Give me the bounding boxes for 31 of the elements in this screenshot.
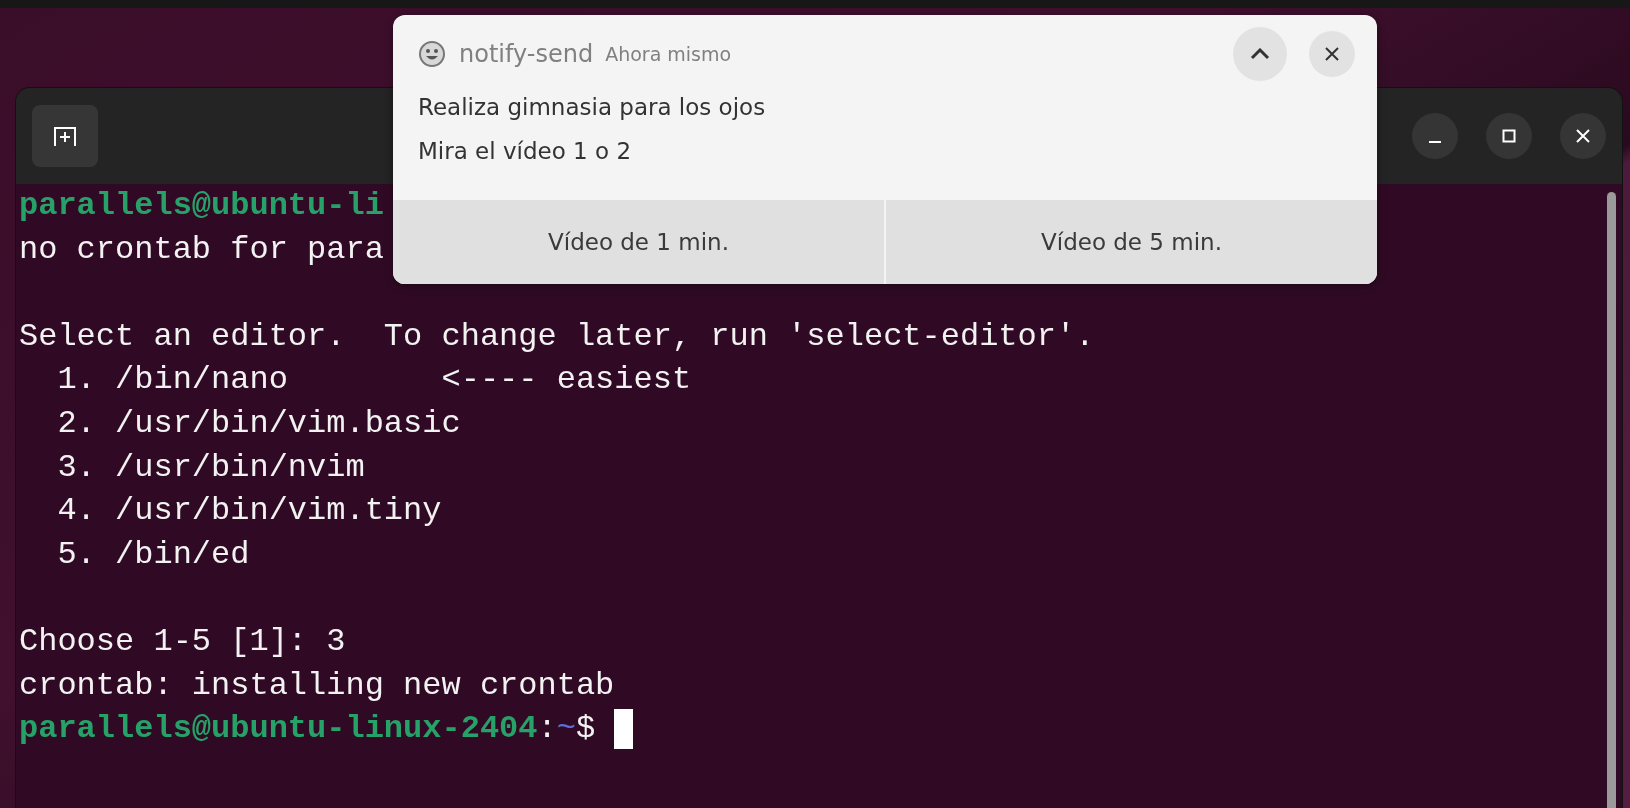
scrollbar[interactable]: [1607, 192, 1616, 808]
action-button[interactable]: Vídeo de 5 min.: [884, 200, 1377, 284]
terminal-text: 3. /usr/bin/nvim: [56, 447, 365, 488]
app-name: notify-send: [459, 39, 594, 68]
terminal-text: parallels@ubuntu-linux-2404: [19, 709, 538, 750]
terminal-text: 1. /bin/nano <---- easiest: [56, 360, 692, 401]
close-button[interactable]: [1560, 113, 1606, 159]
terminal-text: parallels@ubuntu-li: [19, 186, 384, 226]
terminal-text: Select an editor. To change later, run 'select-editor'.: [19, 316, 1095, 357]
maximize-button[interactable]: [1486, 113, 1532, 159]
notification-time: Ahora mismo: [605, 42, 732, 65]
terminal-text: 4. /usr/bin/vim.tiny: [56, 491, 442, 532]
maximize-icon: [1502, 129, 1516, 143]
terminal-text: 2. /usr/bin/vim.basic: [56, 403, 461, 444]
terminal-text: 5. /bin/ed: [56, 534, 250, 575]
minimize-icon: [1428, 141, 1442, 143]
new-tab-button[interactable]: [32, 105, 98, 167]
terminal-text: Choose 1-5 [1]: 3: [19, 621, 346, 662]
close-icon: [1324, 45, 1340, 62]
terminal-text: $: [575, 709, 596, 750]
notification-text: Mira el vídeo 1 o 2: [418, 137, 633, 166]
close-button[interactable]: [1309, 30, 1355, 77]
notification-text: Realiza gimnasia para los ojos: [418, 93, 767, 122]
terminal-text: :: [537, 709, 557, 750]
smiley-icon: [417, 38, 447, 69]
terminal-text: crontab: installing new crontab: [19, 665, 615, 706]
terminal-text: no crontab for para: [19, 229, 384, 270]
terminal-text: ~: [556, 709, 576, 750]
new-tab-icon: [53, 125, 77, 147]
chevron-up-icon: [1250, 47, 1270, 60]
close-icon: [1575, 128, 1591, 144]
